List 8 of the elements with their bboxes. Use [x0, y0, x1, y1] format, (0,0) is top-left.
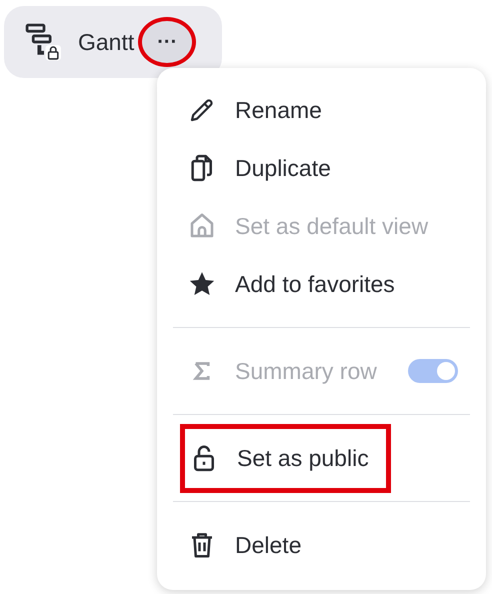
- menu-item[interactable]: Duplicate: [171, 142, 343, 194]
- menu-item[interactable]: Rename: [171, 84, 334, 136]
- view-tab[interactable]: Gantt ···: [4, 6, 222, 78]
- menu-item[interactable]: Delete: [171, 519, 314, 571]
- menu-item[interactable]: Set as public: [180, 424, 391, 492]
- view-name: Gantt: [78, 28, 134, 56]
- more-button[interactable]: ···: [142, 21, 192, 63]
- menu-item[interactable]: Add to favorites: [171, 258, 407, 310]
